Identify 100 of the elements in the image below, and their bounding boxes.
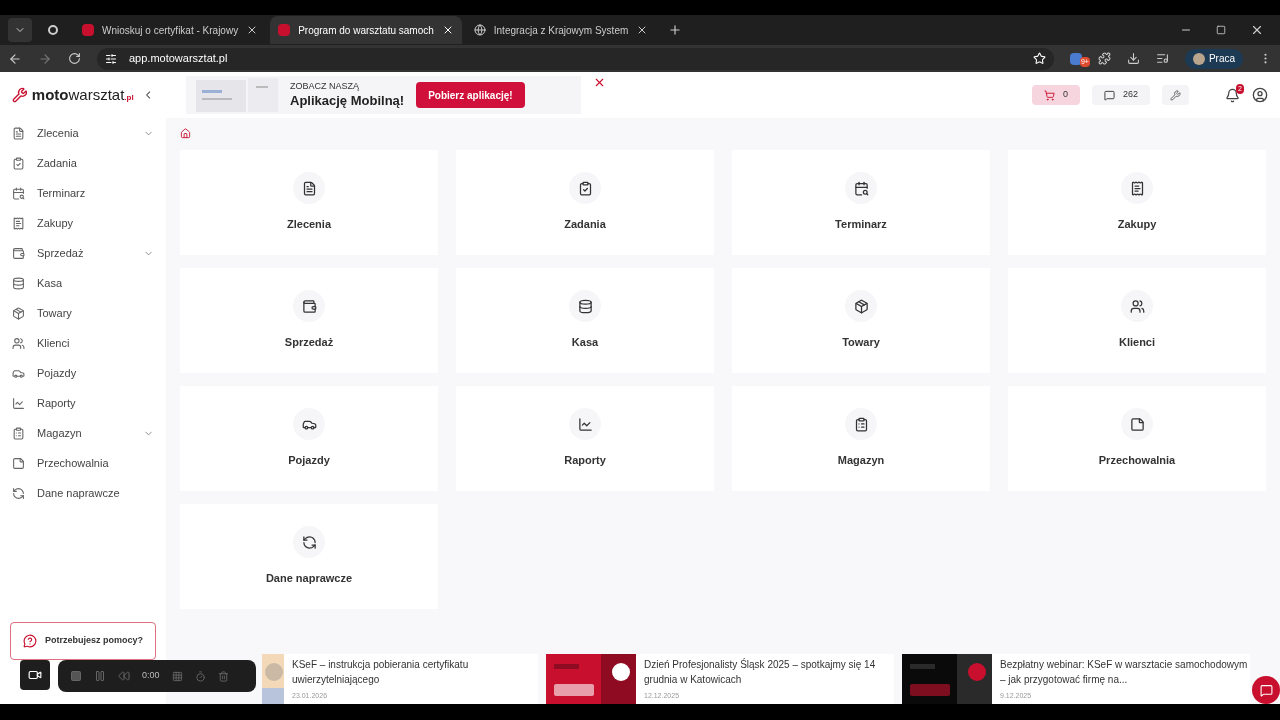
recorder-time: 0:00	[142, 669, 160, 683]
stop-icon[interactable]	[70, 670, 82, 682]
tab-title: Program do warsztatu samoch	[298, 23, 434, 38]
database-icon	[12, 276, 25, 290]
module-tile[interactable]: Klienci	[1008, 268, 1266, 373]
tab-title: Integracja z Krajowym System	[493, 23, 629, 38]
grid-icon[interactable]	[171, 670, 183, 682]
camera-icon	[28, 668, 42, 682]
globe-icon	[473, 24, 486, 36]
pause-icon[interactable]	[94, 670, 106, 682]
database-icon	[577, 298, 593, 314]
tab-title: Wnioskuj o certyfikat - Krajowy	[102, 23, 239, 38]
chat-icon	[1259, 683, 1273, 697]
tools-button[interactable]	[1162, 85, 1189, 105]
close-icon[interactable]	[1250, 23, 1264, 37]
module-tile[interactable]: Raporty	[456, 386, 714, 491]
wrench-icon	[1170, 89, 1181, 101]
forward-icon[interactable]	[38, 51, 52, 66]
document-icon	[301, 180, 317, 196]
url-text: app.motowarsztat.pl	[129, 51, 228, 67]
site-settings-icon[interactable]	[105, 52, 117, 65]
note-icon	[1129, 416, 1145, 432]
news-title: Dzień Profesjonalisty Śląsk 2025 – spotkajmy się 14 grudnia w Katowicach	[644, 657, 877, 687]
record-icon	[48, 25, 58, 35]
sidebar-item[interactable]: Pojazdy	[0, 358, 166, 388]
sidebar-item[interactable]: Raporty	[0, 388, 166, 418]
timer-icon[interactable]	[194, 670, 206, 682]
account-icon[interactable]	[1252, 87, 1268, 103]
bookmark-icon[interactable]	[1032, 52, 1046, 65]
module-tile[interactable]: Magazyn	[732, 386, 990, 491]
module-tile[interactable]: Dane naprawcze	[180, 504, 438, 609]
sidebar-item[interactable]: Magazyn	[0, 418, 166, 448]
browser-tab[interactable]: Program do warsztatu samoch	[270, 16, 462, 44]
site-icon	[278, 24, 291, 36]
refresh-icon	[12, 486, 25, 500]
list-icon	[12, 426, 25, 440]
sidebar-item[interactable]: Dane naprawcze	[0, 478, 166, 508]
logo-icon	[12, 86, 28, 104]
help-button[interactable]: Potrzebujesz pomocy?	[10, 622, 156, 660]
help-icon	[23, 634, 37, 648]
module-tile[interactable]: Towary	[732, 268, 990, 373]
download-app-button[interactable]: Pobierz aplikację!	[416, 82, 525, 108]
address-bar[interactable]: app.motowarsztat.pl	[97, 47, 1054, 70]
refresh-icon	[301, 534, 317, 550]
new-tab-icon[interactable]	[668, 23, 683, 37]
trash-icon[interactable]	[217, 670, 229, 682]
extensions-icon[interactable]	[1097, 52, 1111, 65]
profile-button[interactable]: Praca	[1184, 48, 1243, 69]
extension-icon[interactable]	[1069, 52, 1082, 65]
box-icon	[12, 306, 25, 320]
receipt-icon	[12, 216, 25, 230]
module-tile[interactable]: Zadania	[456, 150, 714, 255]
notifications-icon[interactable]	[1225, 87, 1240, 103]
browser-tab[interactable]: Integracja z Krajowym System	[465, 16, 657, 44]
module-tile[interactable]: Terminarz	[732, 150, 990, 255]
sidebar-item[interactable]: Przechowalnia	[0, 448, 166, 478]
cart-button[interactable]: 0	[1031, 85, 1080, 105]
download-icon[interactable]	[1126, 52, 1140, 65]
media-icon[interactable]	[1155, 52, 1169, 65]
home-icon[interactable]	[180, 128, 191, 139]
wallet-icon	[301, 298, 317, 314]
module-tile[interactable]: Przechowalnia	[1008, 386, 1266, 491]
module-tile[interactable]: Sprzedaż	[180, 268, 438, 373]
sidebar-item[interactable]: Kasa	[0, 268, 166, 298]
sidebar-item[interactable]: Zlecenia	[0, 118, 166, 148]
module-tile[interactable]: Kasa	[456, 268, 714, 373]
receipt-icon	[1129, 180, 1145, 196]
site-icon	[82, 24, 94, 36]
sidebar-item[interactable]: Klienci	[0, 328, 166, 358]
module-tile[interactable]: Zakupy	[1008, 150, 1266, 255]
avatar-icon	[1192, 52, 1205, 65]
news-title: Bezpłatny webinar: KSeF w warsztacie samochodowym – jak przygotować firmę na...	[1000, 657, 1249, 687]
calendar-icon	[12, 186, 25, 200]
box-icon	[853, 298, 869, 314]
messages-button[interactable]: 262	[1091, 85, 1150, 105]
list-icon	[853, 416, 869, 432]
reload-icon[interactable]	[68, 52, 81, 65]
note-icon	[12, 456, 25, 470]
document-icon	[12, 126, 25, 140]
sidebar-item[interactable]: Zadania	[0, 148, 166, 178]
browser-tab[interactable]: Wnioskuj o certyfikat - Krajowy	[74, 16, 267, 44]
camera-button[interactable]	[20, 660, 50, 690]
module-tile[interactable]: Pojazdy	[180, 386, 438, 491]
back-icon[interactable]	[8, 51, 22, 66]
chart-icon	[12, 396, 25, 410]
restore-icon[interactable]	[1216, 25, 1226, 35]
tab-list-button[interactable]	[8, 18, 32, 42]
sidebar-item[interactable]: Sprzedaż	[0, 238, 166, 268]
module-tile[interactable]: Zlecenia	[180, 150, 438, 255]
close-icon[interactable]	[593, 76, 606, 89]
sidebar-item[interactable]: Towary	[0, 298, 166, 328]
logo[interactable]: motowarsztat.pl	[31, 83, 134, 107]
news-title: KSeF – instrukcja pobierania certyfikatu uwierzytelniającego	[292, 657, 470, 687]
sidebar-item[interactable]: Zakupy	[0, 208, 166, 238]
wallet-icon	[12, 246, 25, 260]
clipboard-check-icon	[577, 180, 593, 196]
sidebar-item[interactable]: Terminarz	[0, 178, 166, 208]
chart-icon	[577, 416, 593, 432]
message-icon	[1103, 89, 1115, 101]
clipboard-check-icon	[12, 156, 25, 170]
